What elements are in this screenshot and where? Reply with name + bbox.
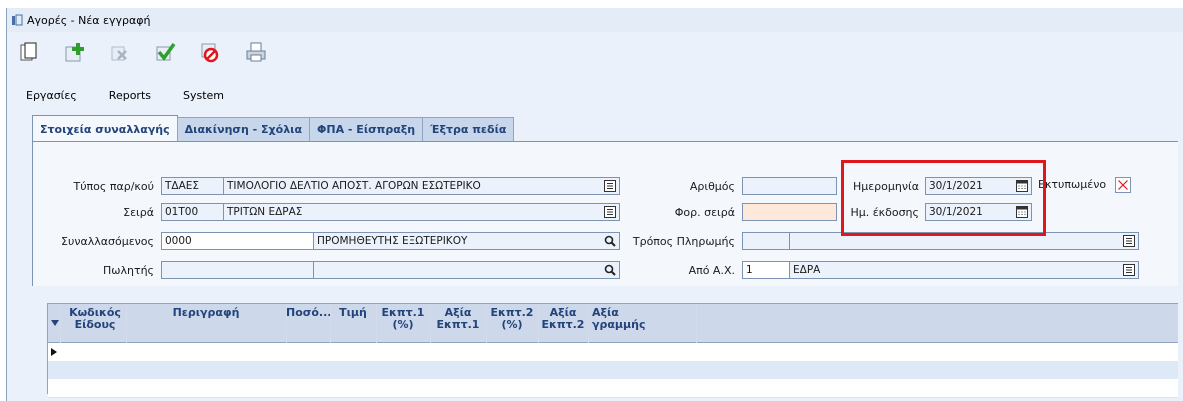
seller-code-field[interactable]: [161, 261, 314, 279]
partner-code-field[interactable]: 0000: [161, 232, 314, 250]
cancel-icon: [201, 43, 219, 63]
sort-down-icon[interactable]: [51, 319, 59, 327]
grid-header: Κωδικός Είδους Περιγραφή Ποσό... Τιμή Εκπ…: [48, 304, 1178, 343]
partner-desc-field[interactable]: ΠΡΟΜΗΘΕΥΤΗΣ ΕΞΩΤΕΡΙΚΟΥ: [313, 232, 620, 250]
col-discount1-value[interactable]: Αξία Εκπτ.1: [430, 307, 486, 331]
series-code-field[interactable]: 01Τ00: [161, 203, 224, 221]
col-discount1-pct[interactable]: Εκπτ.1 (%): [376, 307, 430, 331]
from-ax-desc-text: ΕΔΡΑ: [793, 264, 821, 276]
series-desc-text: ΤΡΙΤΩΝ ΕΔΡΑΣ: [227, 206, 303, 218]
list-icon[interactable]: [1123, 264, 1135, 276]
doc-type-desc-text: ΤΙΜΟΛΟΓΙΟ ΔΕΛΤΙΟ ΑΠΟΣΤ. ΑΓΟΡΩΝ ΕΣΩΤΕΡΙΚΟ: [227, 180, 481, 192]
seller-desc-field[interactable]: [313, 261, 620, 279]
list-icon[interactable]: [604, 180, 616, 192]
doc-type-desc-field[interactable]: ΤΙΜΟΛΟΓΙΟ ΔΕΛΤΙΟ ΑΠΟΣΤ. ΑΓΟΡΩΝ ΕΣΩΤΕΡΙΚΟ: [223, 177, 620, 195]
table-row[interactable]: [48, 361, 1178, 380]
menu-item-reports[interactable]: Reports: [109, 89, 151, 102]
col-item-code[interactable]: Κωδικός Είδους: [64, 307, 126, 331]
col-line-value[interactable]: Αξία γραμμής: [588, 307, 654, 331]
tax-series-label: Φορ. σειρά: [674, 206, 735, 219]
col-discount2-value[interactable]: Αξία Εκπτ.2: [538, 307, 588, 331]
print-icon: [246, 42, 266, 62]
print-button[interactable]: [244, 38, 289, 66]
cancel-button[interactable]: [199, 38, 244, 66]
tab-shipping-comments[interactable]: Διακίνηση - Σχόλια: [176, 117, 311, 141]
items-grid: Κωδικός Είδους Περιγραφή Ποσό... Τιμή Εκπ…: [47, 303, 1178, 398]
printed-checkbox[interactable]: [1115, 177, 1131, 193]
delete-button[interactable]: [109, 38, 154, 66]
partner-desc-text: ΠΡΟΜΗΘΕΥΤΗΣ ΕΞΩΤΕΡΙΚΟΥ: [317, 235, 468, 247]
list-icon[interactable]: [604, 206, 616, 218]
tax-series-field[interactable]: [742, 203, 837, 221]
partner-label: Συναλλασόμενος: [61, 235, 154, 248]
title-bar: Αγορές - Νέα εγγραφή: [7, 8, 1183, 32]
copy-icon: [20, 42, 37, 61]
save-icon: [156, 42, 176, 61]
col-quantity[interactable]: Ποσό...: [286, 307, 331, 319]
seller-label: Πωλητής: [102, 264, 154, 277]
tab-transaction-details[interactable]: Στοιχεία συναλλαγής: [32, 115, 178, 141]
add-button[interactable]: [64, 38, 109, 66]
series-label: Σειρά: [123, 206, 154, 219]
tab-strip: Στοιχεία συναλλαγής Διακίνηση - Σχόλια Φ…: [32, 115, 515, 141]
number-label: Αριθμός: [689, 180, 735, 193]
row-pointer-icon: [51, 348, 57, 356]
from-ax-code-field[interactable]: 1: [742, 261, 790, 279]
series-desc-field[interactable]: ΤΡΙΤΩΝ ΕΔΡΑΣ: [223, 203, 620, 221]
number-field[interactable]: [742, 177, 837, 195]
col-discount2-pct[interactable]: Εκπτ.2 (%): [486, 307, 538, 331]
doc-type-code-field[interactable]: ΤΔΑΕΣ: [161, 177, 224, 195]
payment-code-field[interactable]: [742, 232, 790, 250]
table-row[interactable]: [48, 379, 1178, 398]
from-ax-desc-field[interactable]: ΕΔΡΑ: [789, 261, 1139, 279]
doc-type-label: Τύπος παρ/κού: [73, 180, 154, 193]
from-ax-label: Από Α.Χ.: [688, 264, 735, 277]
list-icon[interactable]: [1123, 235, 1135, 247]
dates-highlight-box: [841, 160, 1046, 236]
copy-button[interactable]: [19, 38, 64, 66]
delete-icon: [111, 46, 127, 61]
menu-bar: Εργασίες Reports System: [26, 89, 256, 102]
search-icon[interactable]: [604, 264, 616, 276]
col-price[interactable]: Τιμή: [330, 307, 376, 319]
menu-item-system[interactable]: System: [183, 89, 224, 102]
table-row[interactable]: [48, 343, 1178, 362]
menu-item-tasks[interactable]: Εργασίες: [26, 89, 77, 102]
tab-vat-collection[interactable]: ΦΠΑ - Είσπραξη: [309, 117, 424, 141]
tab-extra-fields[interactable]: Έξτρα πεδία: [422, 117, 515, 141]
app-icon: [12, 14, 23, 26]
add-icon: [65, 43, 84, 62]
toolbar: [19, 38, 289, 66]
printed-label: Εκτυπωμένο: [1038, 178, 1107, 191]
save-button[interactable]: [154, 38, 199, 66]
window-title: Αγορές - Νέα εγγραφή: [27, 13, 151, 27]
payment-label: Τρόπος Πληρωμής: [632, 235, 735, 248]
col-description[interactable]: Περιγραφή: [126, 307, 286, 319]
